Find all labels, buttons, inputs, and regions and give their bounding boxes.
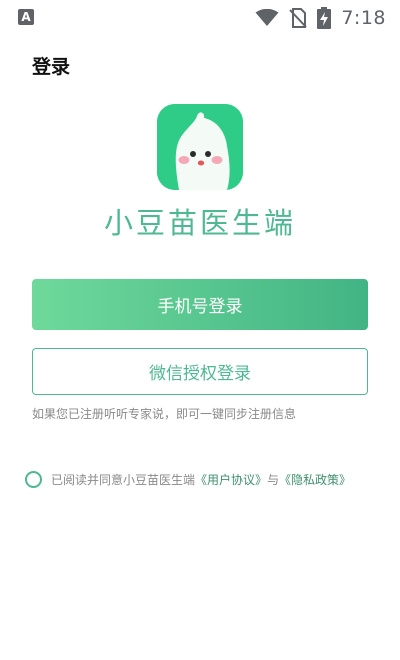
phone-login-button[interactable]: 手机号登录	[32, 279, 368, 330]
sync-hint-text: 如果您已注册听听专家说，即可一键同步注册信息	[32, 407, 297, 421]
agreement-row: 已阅读并同意小豆苗医生端 《用户协议》 与 《隐私政策》	[25, 469, 351, 489]
agreement-prefix-text: 已阅读并同意小豆苗医生端	[51, 472, 196, 487]
battery-charging-icon	[317, 7, 332, 29]
app-logo	[157, 104, 243, 190]
wechat-login-button[interactable]: 微信授权登录	[32, 348, 368, 395]
app-name: 小豆苗医生端	[103, 206, 296, 240]
agreement-conjunction-text: 与	[267, 472, 280, 487]
status-bar: A 7:18	[0, 0, 400, 36]
user-agreement-link[interactable]: 《用户协议》	[195, 471, 267, 488]
ghost-mascot-icon	[157, 104, 243, 190]
status-time: 7:18	[341, 7, 386, 29]
privacy-policy-link[interactable]: 《隐私政策》	[279, 471, 351, 488]
wifi-icon	[255, 9, 279, 26]
page-title: 登录	[32, 56, 71, 78]
login-screen: A 7:18 登录 小豆苗医生端 手机号登录 微信授权登录 如果您已注册听听专家…	[0, 0, 400, 660]
agreement-checkbox[interactable]	[25, 470, 42, 488]
no-sim-icon	[289, 8, 308, 28]
keyboard-a-icon: A	[18, 9, 34, 25]
status-icons: 7:18	[255, 6, 386, 30]
